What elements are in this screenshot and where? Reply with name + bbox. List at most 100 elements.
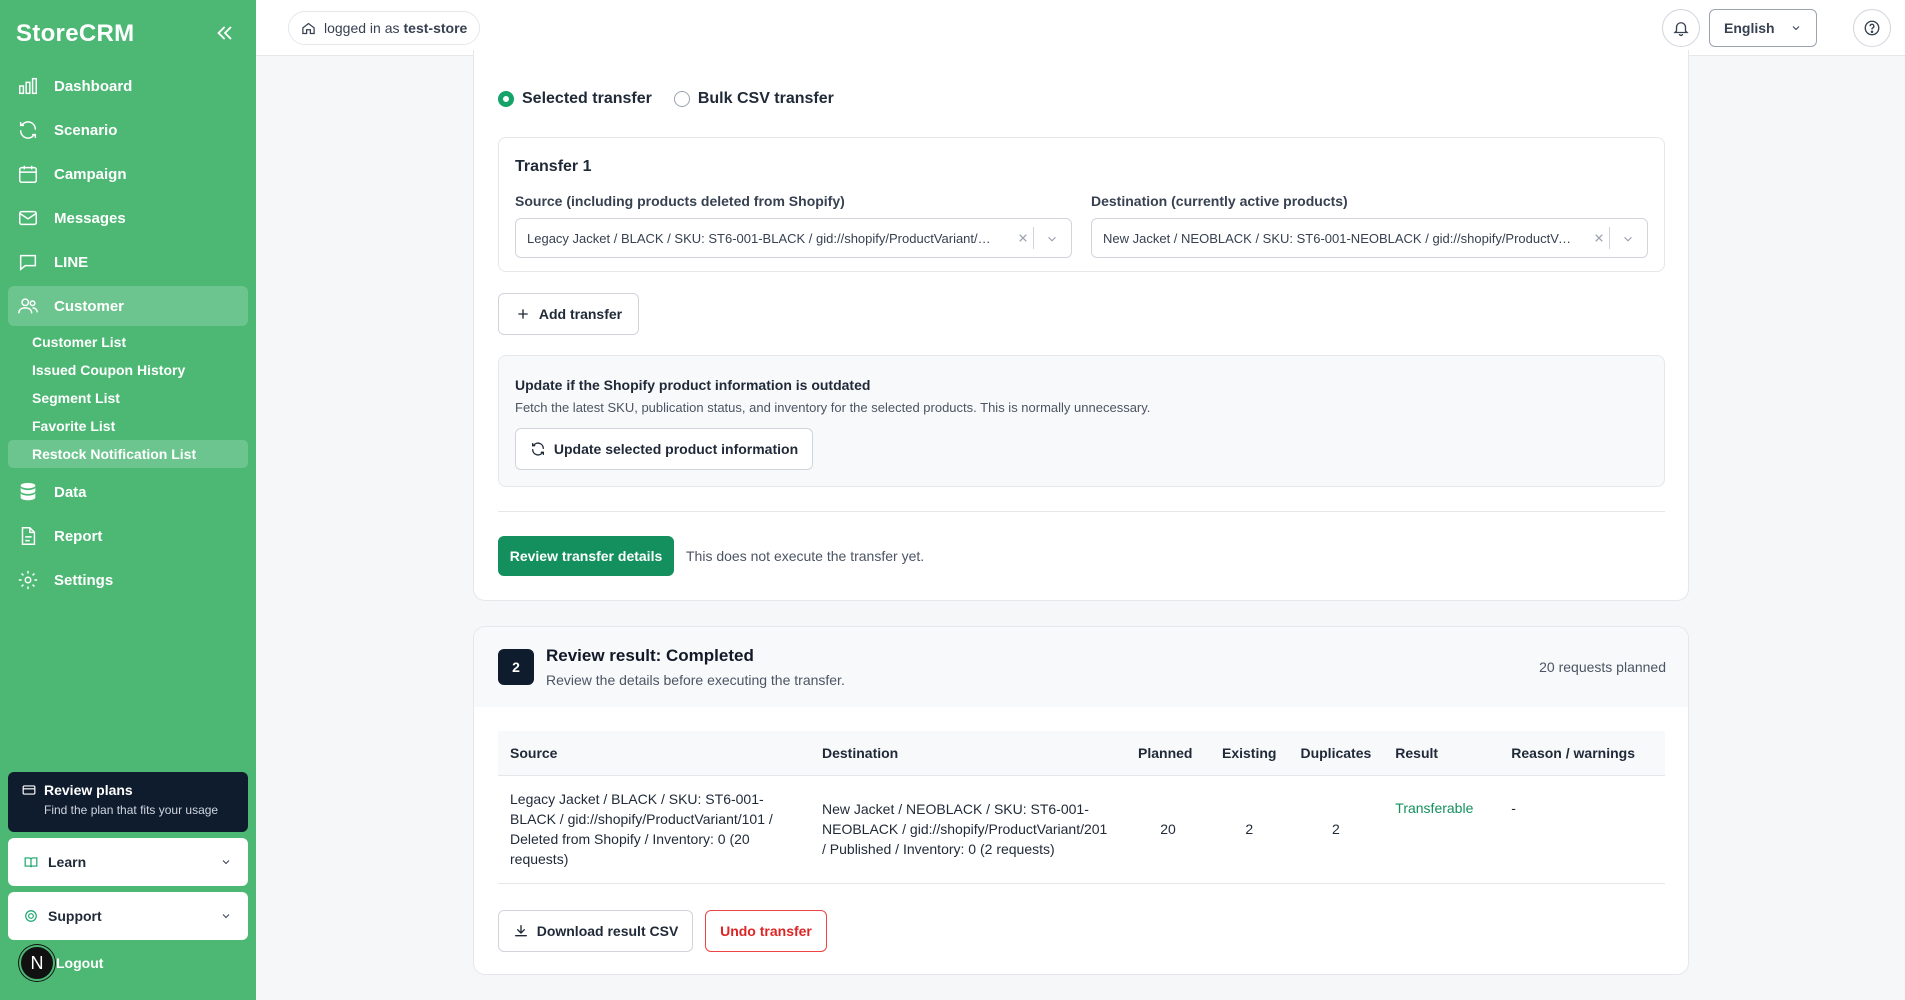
cell-destination: New Jacket / NEOBLACK / SKU: ST6-001-NEO… xyxy=(810,775,1126,884)
top-header: logged in as test-store English xyxy=(256,0,1905,56)
col-reason: Reason / warnings xyxy=(1499,731,1665,776)
avatar[interactable]: N xyxy=(19,945,55,981)
home-icon xyxy=(302,22,315,34)
col-existing: Existing xyxy=(1210,731,1289,776)
review-result-card: 2 Review result: Completed Review the de… xyxy=(473,626,1689,975)
language-select[interactable]: English xyxy=(1709,9,1817,47)
sidebar-subitem-favorite-list[interactable]: Favorite List xyxy=(8,412,248,440)
destination-label: Destination (currently active products) xyxy=(1091,193,1348,209)
sidebar-item-label: Customer xyxy=(54,297,125,315)
cell-source: Legacy Jacket / BLACK / SKU: ST6-001-BLA… xyxy=(498,775,810,884)
radio-label: Bulk CSV transfer xyxy=(697,90,834,107)
sidebar-item-label: Messages xyxy=(54,209,126,227)
refresh-icon xyxy=(19,121,37,139)
collapse-sidebar-icon[interactable] xyxy=(214,22,236,44)
table-row: Legacy Jacket / BLACK / SKU: ST6-001-BLA… xyxy=(498,775,1665,884)
transfer-form-card: Selected transfer Bulk CSV transfer Tran… xyxy=(473,50,1689,601)
sidebar-item-messages[interactable]: Messages xyxy=(8,198,248,238)
sidebar-item-label: Scenario xyxy=(54,121,118,139)
radio-unchecked-indicator xyxy=(673,91,690,107)
sidebar-subitem-coupon-history[interactable]: Issued Coupon History xyxy=(8,356,248,384)
language-value: English xyxy=(1724,20,1775,36)
download-csv-label: Download result CSV xyxy=(536,923,679,939)
chevron-down-icon xyxy=(1792,26,1800,31)
close-icon[interactable] xyxy=(1015,230,1031,246)
credit-card-icon xyxy=(22,785,36,795)
table-header-row: Source Destination Planned Existing Dupl… xyxy=(498,731,1665,776)
radio-bulk-csv-transfer[interactable]: Bulk CSV transfer xyxy=(673,90,834,108)
sidebar-item-label: Data xyxy=(54,483,87,501)
sidebar-subitem-customer-list[interactable]: Customer List xyxy=(8,328,248,356)
chevron-down-icon[interactable] xyxy=(1621,232,1635,246)
sidebar-item-customer[interactable]: Customer xyxy=(8,286,248,326)
requests-planned-count: 20 requests planned xyxy=(1539,659,1666,675)
sidebar-item-label: LINE xyxy=(54,253,89,271)
update-info-description: Fetch the latest SKU, publication status… xyxy=(515,400,1151,415)
review-transfer-button[interactable]: Review transfer details xyxy=(498,536,674,576)
undo-transfer-button[interactable]: Undo transfer xyxy=(705,910,827,952)
users-icon xyxy=(18,298,38,314)
update-product-info-button[interactable]: Update selected product information xyxy=(515,428,813,470)
transfer-mode-radios: Selected transfer Bulk CSV transfer xyxy=(498,90,834,108)
close-icon[interactable] xyxy=(1591,230,1607,246)
update-product-info-label: Update selected product information xyxy=(553,441,799,457)
calendar-icon xyxy=(19,165,37,183)
radio-checked-indicator xyxy=(498,91,514,107)
learn-dropdown[interactable]: Learn xyxy=(8,838,248,886)
sidebar-item-campaign[interactable]: Campaign xyxy=(8,154,248,194)
col-result: Result xyxy=(1383,731,1500,776)
sidebar-subitem-restock-list[interactable]: Restock Notification List xyxy=(8,440,248,468)
select-separator xyxy=(1609,227,1610,249)
col-destination: Destination xyxy=(810,731,1126,776)
plus-icon xyxy=(518,309,528,319)
review-result-subtitle: Review the details before executing the … xyxy=(546,672,845,688)
review-result-table: Source Destination Planned Existing Dupl… xyxy=(498,731,1665,884)
cell-planned: 20 xyxy=(1126,775,1210,884)
destination-select-value: New Jacket / NEOBLACK / SKU: ST6-001-NEO… xyxy=(1103,230,1573,246)
sidebar-item-line[interactable]: LINE xyxy=(8,242,248,282)
sidebar-item-label: Dashboard xyxy=(54,77,133,95)
sidebar-item-label: Report xyxy=(54,527,103,545)
logout-link[interactable]: Logout xyxy=(56,955,103,971)
chat-bubble-icon xyxy=(19,254,37,271)
add-transfer-label: Add transfer xyxy=(538,306,623,322)
plans-subtitle: Find the plan that fits your usage xyxy=(44,803,219,817)
notifications-button[interactable] xyxy=(1662,9,1700,47)
cell-result: Transferable xyxy=(1383,775,1500,884)
help-button[interactable] xyxy=(1853,9,1891,47)
document-icon xyxy=(21,527,36,545)
gear-icon xyxy=(18,570,38,590)
sidebar-item-settings[interactable]: Settings xyxy=(8,560,248,600)
sidebar-item-label: Campaign xyxy=(54,165,127,183)
support-dropdown[interactable]: Support xyxy=(8,892,248,940)
sidebar-item-scenario[interactable]: Scenario xyxy=(8,110,248,150)
mail-icon xyxy=(19,210,37,226)
destination-select[interactable]: New Jacket / NEOBLACK / SKU: ST6-001-NEO… xyxy=(1091,218,1648,258)
col-source: Source xyxy=(498,731,810,776)
chevron-down-icon xyxy=(222,860,230,865)
transfer-1-box: Transfer 1 Source (including products de… xyxy=(498,137,1665,272)
sidebar-item-label: Settings xyxy=(54,571,114,589)
select-separator xyxy=(1033,227,1034,249)
login-status-pill[interactable]: logged in as test-store xyxy=(288,11,481,45)
source-select[interactable]: Legacy Jacket / BLACK / SKU: ST6-001-BLA… xyxy=(515,218,1072,258)
update-info-box: Update if the Shopify product informatio… xyxy=(498,355,1665,487)
lifebuoy-icon xyxy=(25,910,37,922)
book-icon xyxy=(24,857,38,868)
radio-selected-transfer[interactable]: Selected transfer xyxy=(498,90,652,108)
radio-label: Selected transfer xyxy=(522,90,652,107)
sidebar-subitem-segment-list[interactable]: Segment List xyxy=(8,384,248,412)
add-transfer-button[interactable]: Add transfer xyxy=(498,293,639,335)
sidebar-item-dashboard[interactable]: Dashboard xyxy=(8,66,248,106)
chevron-down-icon[interactable] xyxy=(1045,232,1059,246)
learn-label: Learn xyxy=(48,854,87,870)
sidebar-nav: Dashboard Scenario Campaign Messages LIN… xyxy=(8,66,248,604)
bell-icon xyxy=(1673,22,1689,37)
review-plans-card[interactable]: Review plans Find the plan that fits you… xyxy=(8,772,248,832)
sidebar-item-data[interactable]: Data xyxy=(8,472,248,512)
question-circle-icon xyxy=(1864,20,1880,36)
download-csv-button[interactable]: Download result CSV xyxy=(498,910,693,952)
chevron-down-icon xyxy=(222,914,230,919)
col-planned: Planned xyxy=(1126,731,1210,776)
sidebar-item-report[interactable]: Report xyxy=(8,516,248,556)
